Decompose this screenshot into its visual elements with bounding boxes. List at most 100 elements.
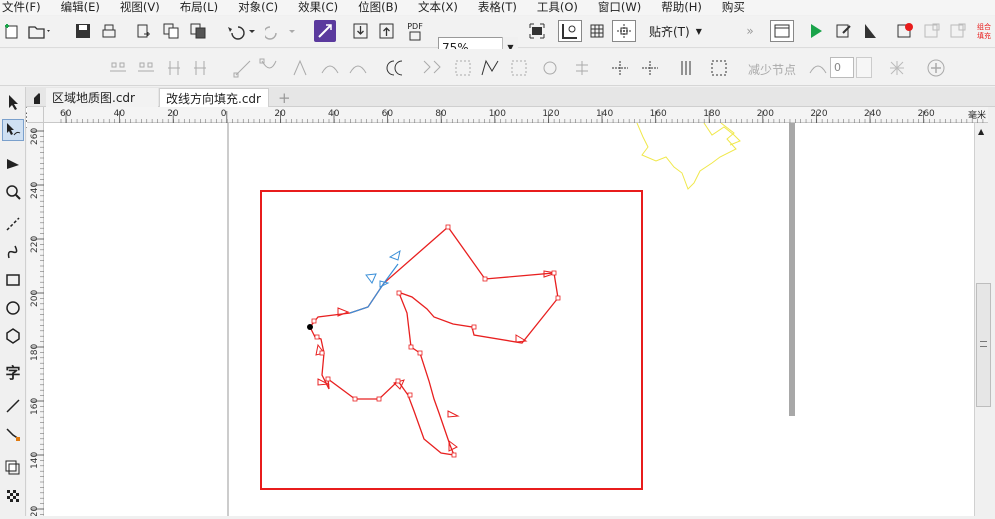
play-icon[interactable]: [806, 21, 826, 41]
document-tabs: 区域地质图.cdr 改线方向填充.cdr +: [26, 87, 995, 107]
import-icon[interactable]: [134, 21, 154, 41]
shape-tool-icon[interactable]: [2, 119, 24, 141]
menu-file[interactable]: 文件(F): [2, 0, 41, 15]
pdf-label: PDF: [407, 21, 423, 31]
undo-icon[interactable]: [225, 21, 259, 41]
show-grid-icon[interactable]: [586, 21, 608, 41]
menu-help[interactable]: 帮助(H): [661, 0, 702, 15]
curve-path[interactable]: [309, 226, 559, 456]
export-arrow-icon[interactable]: [376, 21, 398, 41]
select-all-nodes-icon: [711, 60, 727, 76]
reflect-vertical-icon: [642, 61, 658, 75]
import-arrow-icon[interactable]: [350, 21, 372, 41]
background-map-shape[interactable]: [636, 122, 741, 190]
menu-object[interactable]: 对象(C): [238, 0, 278, 15]
ruler-tick-label: 20: [167, 109, 179, 119]
transparency-tool-icon[interactable]: [2, 485, 24, 507]
text-tool-icon[interactable]: 字: [2, 361, 24, 383]
tab-region-map[interactable]: 区域地质图.cdr: [46, 88, 158, 107]
snap-to-dropdown[interactable]: 贴齐(T) ▼: [649, 21, 709, 41]
ruler-tick-label: 260: [30, 128, 40, 145]
macro-stop-icon[interactable]: [922, 21, 942, 41]
redo-icon[interactable]: [265, 21, 299, 41]
direction-arrows: [315, 270, 557, 452]
menu-text[interactable]: 文本(X): [418, 0, 458, 15]
show-rulers-icon[interactable]: [558, 20, 582, 42]
scrollbar-thumb[interactable]: [976, 283, 991, 407]
toolbar-overflow-button[interactable]: »: [742, 21, 758, 41]
ruler-origin[interactable]: [27, 107, 44, 123]
print-icon[interactable]: [99, 21, 119, 41]
reverse-direction-icon: [386, 60, 403, 76]
add-tab-button[interactable]: +: [272, 88, 294, 107]
corel-connect-icon[interactable]: [314, 20, 336, 42]
pick-tool-icon[interactable]: [2, 91, 24, 113]
curve-smoothness-input[interactable]: 0: [830, 57, 854, 78]
welcome-home-icon[interactable]: [26, 88, 46, 107]
ruler-tick-label: 40: [328, 109, 340, 119]
menu-bitmap[interactable]: 位图(B): [358, 0, 398, 15]
scroll-up-icon[interactable]: ▲: [978, 127, 984, 136]
delete-node-icon: [138, 62, 154, 72]
crop-tool-icon[interactable]: [2, 153, 24, 175]
toolbox: 字: [0, 87, 26, 516]
add-icon[interactable]: [925, 57, 947, 79]
extend-curve-icon: [423, 60, 441, 74]
publish-pdf-icon[interactable]: PDF: [402, 19, 428, 43]
menu-window[interactable]: 窗口(W): [598, 0, 641, 15]
new-document-icon[interactable]: [2, 21, 22, 41]
menu-layout[interactable]: 布局(L): [180, 0, 218, 15]
artistic-media-icon[interactable]: [2, 241, 24, 263]
ruler-tick-label: 260: [918, 109, 935, 119]
options-icon[interactable]: [770, 20, 794, 42]
vertical-ruler[interactable]: 260 240 220 200 180 160 140 120: [27, 123, 44, 519]
ruler-tick-label: 60: [382, 109, 394, 119]
drop-shadow-icon[interactable]: [2, 457, 24, 479]
ellipse-tool-icon[interactable]: [2, 297, 24, 319]
symmetric-node-icon: [349, 65, 367, 74]
polygon-tool-icon[interactable]: [2, 325, 24, 347]
to-curve-icon: [259, 58, 277, 69]
dimension-icon[interactable]: [860, 21, 880, 41]
stretch-nodes-icon: [511, 60, 527, 76]
ruler-tick-label: 140: [30, 452, 40, 469]
smooth-node-icon: [321, 65, 339, 74]
save-icon[interactable]: [73, 21, 93, 41]
hair-icon[interactable]: [886, 57, 908, 79]
macro-pause-icon[interactable]: [948, 21, 968, 41]
menu-effects[interactable]: 效果(C): [298, 0, 338, 15]
horizontal-ruler[interactable]: 60 40 20 0 20 40 60 80 100 120 140 160 180 200 220 240 2…: [44, 107, 988, 123]
menu-buy[interactable]: 购买: [722, 0, 745, 15]
freehand-tool-icon[interactable]: [2, 213, 24, 235]
chevron-down-icon: ▼: [695, 26, 702, 36]
vertical-scrollbar[interactable]: ▲: [974, 123, 995, 516]
show-guidelines-icon[interactable]: [612, 20, 636, 42]
record-macro-icon[interactable]: [895, 21, 915, 41]
ruler-unit: 毫米: [967, 111, 986, 121]
edit-icon[interactable]: [834, 21, 854, 41]
ruler-tick-label: 100: [489, 109, 506, 119]
menu-table[interactable]: 表格(T): [478, 0, 517, 15]
drawing-canvas[interactable]: [44, 122, 974, 516]
menu-tools[interactable]: 工具(O): [537, 0, 578, 15]
tab-line-direction-fill[interactable]: 改线方向填充.cdr: [159, 88, 269, 107]
ruler-tick-label: 180: [30, 344, 40, 361]
selection-frame[interactable]: [260, 190, 643, 490]
rectangle-tool-icon[interactable]: [2, 269, 24, 291]
connector-tool-icon[interactable]: [2, 423, 24, 445]
svg-text:填充: 填充: [977, 31, 991, 40]
page-shadow: [789, 123, 795, 416]
more-options-icon[interactable]: 组合 填充: [975, 19, 995, 43]
full-screen-icon[interactable]: [526, 21, 548, 41]
parallel-dimension-icon[interactable]: [2, 395, 24, 417]
menu-view[interactable]: 视图(V): [120, 0, 160, 15]
curve-smoothness-slider[interactable]: [856, 57, 872, 78]
start-node[interactable]: [307, 324, 313, 330]
zoom-tool-icon[interactable]: [2, 181, 24, 203]
selected-segment[interactable]: [349, 263, 399, 314]
reduce-nodes-button[interactable]: 减少节点: [748, 61, 796, 78]
open-folder-icon[interactable]: [27, 21, 53, 41]
menu-edit[interactable]: 编辑(E): [61, 0, 100, 15]
copy-icon[interactable]: [161, 21, 181, 41]
paste-icon[interactable]: [188, 21, 208, 41]
